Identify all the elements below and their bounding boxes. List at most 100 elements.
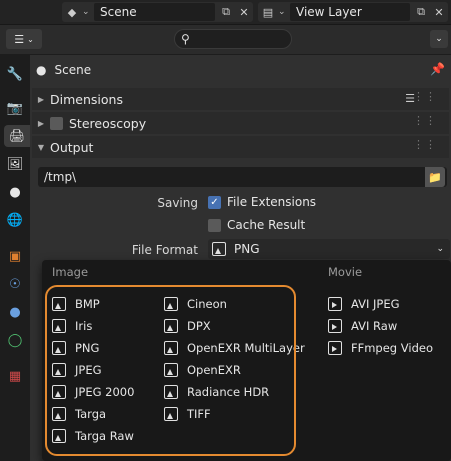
- search-icon: ⚲: [181, 32, 190, 46]
- menu-item-png[interactable]: PNG: [52, 338, 99, 358]
- scene-tab-icon[interactable]: ●: [4, 181, 26, 203]
- menu-item-openexr[interactable]: OpenEXR: [164, 360, 241, 380]
- menu-item-label: Iris: [75, 319, 93, 333]
- file-format-menu: Image Movie BMP Iris PNG JPEG JPEG 2000 …: [42, 260, 451, 461]
- menu-item-avi-raw[interactable]: AVI Raw: [328, 316, 397, 336]
- copy-icon[interactable]: ⧉: [217, 3, 235, 21]
- menu-item-label: DPX: [187, 319, 211, 333]
- menu-item-label: Radiance HDR: [187, 385, 270, 399]
- editor-type-menu[interactable]: ☰ ⌄: [6, 29, 42, 49]
- menu-item-cineon[interactable]: Cineon: [164, 294, 227, 314]
- file-format-label: File Format: [131, 243, 198, 257]
- texture-tab-icon[interactable]: ▦: [4, 365, 26, 387]
- image-icon: [52, 319, 66, 333]
- scene-icon: ◆: [67, 5, 77, 19]
- cache-result-checkbox[interactable]: [208, 218, 221, 232]
- panel-output[interactable]: ▼ Output ⋮⋮: [32, 136, 449, 158]
- chevron-down-icon: ⌄: [436, 244, 444, 254]
- scene-icon: ●: [36, 63, 47, 77]
- scene-name[interactable]: Scene: [94, 3, 215, 21]
- expanded-arrow-icon: ▼: [37, 142, 45, 152]
- panel-stereoscopy-label: Stereoscopy: [69, 115, 147, 131]
- image-icon: [164, 319, 178, 333]
- tool-tab-icon[interactable]: 🔧: [4, 63, 26, 85]
- pin-icon[interactable]: 📌: [430, 62, 445, 76]
- saving-label: Saving: [157, 196, 198, 210]
- view-layer-tab-icon[interactable]: 🖼: [4, 153, 26, 175]
- menu-item-jpeg[interactable]: JPEG: [52, 360, 102, 380]
- output-path-field[interactable]: /tmp\ 📁: [38, 167, 447, 187]
- file-format-dropdown[interactable]: PNG ⌄: [208, 239, 450, 259]
- folder-icon[interactable]: 📁: [425, 167, 445, 187]
- drag-handle-icon[interactable]: ⋮⋮: [413, 90, 437, 103]
- chevron-down-icon: ⌄: [27, 34, 34, 44]
- menu-item-label: AVI JPEG: [351, 297, 400, 311]
- drag-handle-icon[interactable]: ⋮⋮: [413, 138, 437, 151]
- options-dropdown[interactable]: ⌄: [430, 30, 448, 48]
- copy-icon[interactable]: ⧉: [412, 3, 430, 21]
- image-icon: [52, 341, 66, 355]
- menu-item-ffmpeg-video[interactable]: FFmpeg Video: [328, 338, 433, 358]
- file-extensions-label: File Extensions: [227, 195, 317, 209]
- menu-item-tiff[interactable]: TIFF: [164, 404, 211, 424]
- properties-tabs: 🔧 📷 🖨 🖼 ● 🌐 ▣ ☉ ● ◯ ▦: [0, 55, 30, 461]
- scene-selector[interactable]: ◆ ⌄ Scene ⧉ ✕: [62, 2, 253, 22]
- collapsed-arrow-icon: ▶: [37, 94, 45, 104]
- menu-item-label: AVI Raw: [351, 319, 398, 333]
- menu-item-radiance-hdr[interactable]: Radiance HDR: [164, 382, 269, 402]
- close-icon[interactable]: ✕: [430, 3, 448, 21]
- cache-result-toggle[interactable]: Cache Result: [208, 218, 305, 232]
- render-tab-icon[interactable]: 📷: [4, 97, 26, 119]
- view-layer-name[interactable]: View Layer: [290, 3, 410, 21]
- menu-item-targa-raw[interactable]: Targa Raw: [52, 426, 134, 446]
- drag-handle-icon[interactable]: ⋮⋮: [413, 114, 437, 127]
- menu-item-label: TIFF: [187, 407, 211, 421]
- movie-icon: [328, 297, 342, 311]
- physics-tab-icon[interactable]: ●: [4, 301, 26, 323]
- menu-item-targa[interactable]: Targa: [52, 404, 106, 424]
- breadcrumb-scene: Scene: [54, 63, 92, 77]
- panel-dimensions[interactable]: ▶ Dimensions ☰ ⋮⋮: [32, 88, 449, 110]
- menu-item-bmp[interactable]: BMP: [52, 294, 100, 314]
- output-tab-icon[interactable]: 🖨: [4, 125, 30, 147]
- menu-item-label: Targa: [75, 407, 107, 421]
- movie-icon: [328, 319, 342, 333]
- menu-item-dpx[interactable]: DPX: [164, 316, 211, 336]
- menu-item-openexr-multilayer[interactable]: OpenEXR MultiLayer: [164, 338, 305, 358]
- menu-item-label: PNG: [75, 341, 100, 355]
- movie-icon: [328, 341, 342, 355]
- checkmark-icon[interactable]: ✓: [208, 195, 221, 209]
- properties-editor-icon: ☰: [14, 32, 25, 46]
- breadcrumb: ● Scene: [36, 60, 91, 80]
- panel-stereoscopy[interactable]: ▶ Stereoscopy ⋮⋮: [32, 112, 449, 134]
- object-tab-icon[interactable]: ▣: [4, 245, 26, 267]
- collapsed-arrow-icon: ▶: [37, 118, 45, 128]
- close-icon[interactable]: ✕: [235, 3, 253, 21]
- cache-result-label: Cache Result: [227, 218, 306, 232]
- constraints-tab-icon[interactable]: ◯: [4, 329, 26, 351]
- world-tab-icon[interactable]: 🌐: [4, 209, 26, 231]
- properties-header: ☰ ⌄ ⚲ ⌄: [0, 24, 451, 54]
- view-layer-selector[interactable]: ▤ ⌄ View Layer ⧉ ✕: [258, 2, 448, 22]
- image-icon: [164, 385, 178, 399]
- modifiers-tab-icon[interactable]: ☉: [4, 273, 26, 295]
- panel-dimensions-label: Dimensions: [50, 91, 123, 107]
- menu-item-label: Cineon: [187, 297, 227, 311]
- image-icon: [52, 407, 66, 421]
- view-layer-icon: ▤: [262, 5, 274, 19]
- menu-item-label: JPEG 2000: [75, 385, 135, 399]
- menu-item-avi-jpeg[interactable]: AVI JPEG: [328, 294, 400, 314]
- file-extensions-toggle[interactable]: ✓ File Extensions: [208, 195, 316, 209]
- image-icon: [52, 385, 66, 399]
- file-format-value: PNG: [234, 242, 260, 256]
- image-icon: [164, 341, 178, 355]
- stereoscopy-checkbox[interactable]: [50, 116, 63, 130]
- menu-item-jpeg-2000[interactable]: JPEG 2000: [52, 382, 134, 402]
- panel-output-label: Output: [50, 139, 94, 155]
- menu-item-iris[interactable]: Iris: [52, 316, 92, 336]
- menu-image-title: Image: [52, 265, 89, 279]
- image-icon: [52, 363, 66, 377]
- menu-item-label: OpenEXR: [187, 363, 241, 377]
- chevron-down-icon: ⌄: [278, 7, 286, 17]
- search-input[interactable]: ⚲: [174, 29, 292, 49]
